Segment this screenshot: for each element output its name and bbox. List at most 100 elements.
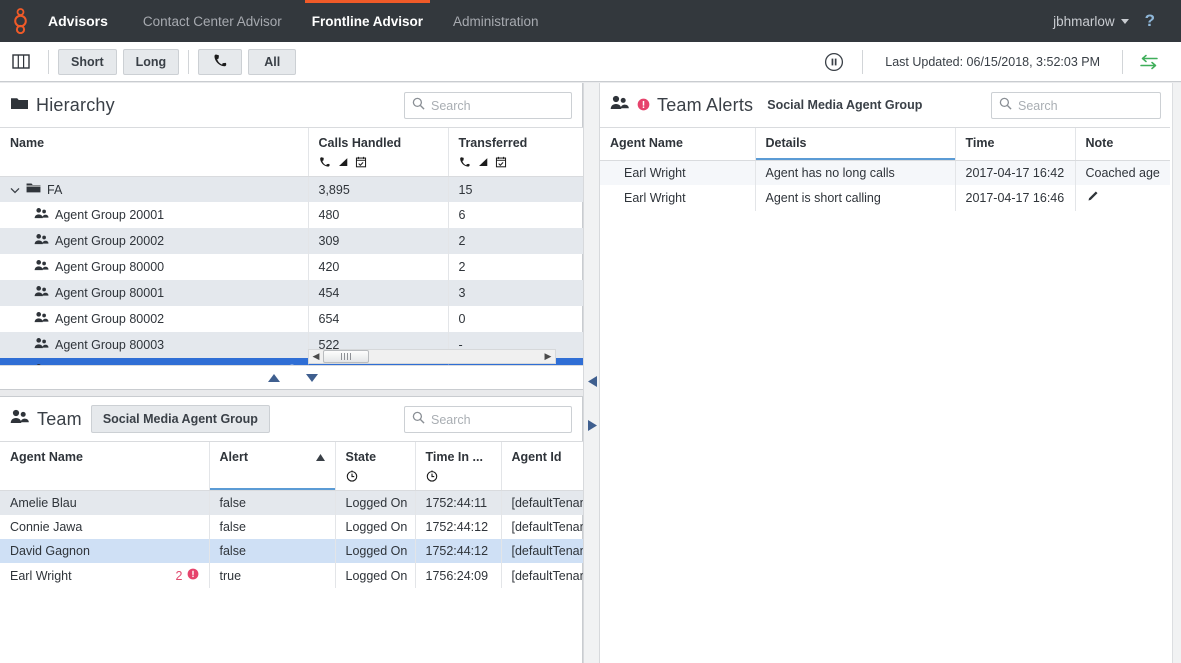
alerts-col-agent-name[interactable]: Agent Name [600,127,755,161]
right-panel: Team Alerts Social Media Agent Group Sea… [600,83,1181,663]
search-icon [999,97,1012,115]
team-cell-agent-name[interactable]: Connie Jawa [0,515,209,539]
hierarchy-cell-name[interactable]: Agent Group 80001 [0,280,308,306]
triangle-left-icon[interactable]: ◀ [309,351,323,362]
table-row[interactable]: Agent Group 80000 420 2 [0,254,583,280]
hierarchy-cell-calls-handled: 654 [307,306,448,332]
phone-icon [319,156,331,171]
hierarchy-search-input[interactable] [431,98,564,113]
alerts-cell-details: Agent is short calling [754,185,955,211]
table-row[interactable]: Agent Group 20001 480 6 [0,202,583,228]
hierarchy-col-transferred[interactable]: Transferred [447,127,583,177]
team-cell-agent-name[interactable]: Amelie Blau [0,491,209,516]
hierarchy-col-calls-handled[interactable]: Calls Handled [307,127,448,177]
refresh-arrows-icon[interactable] [1129,53,1169,71]
genesys-logo-icon[interactable] [0,8,46,34]
team-alerts-search-box[interactable] [991,92,1161,119]
hierarchy-cell-name[interactable]: Agent Group 80003 [0,332,308,358]
table-row[interactable]: Earl Wright Agent has no long calls 2017-0… [600,160,1170,185]
team-alerts-search-input[interactable] [1018,98,1153,113]
team-cell-state: Logged On [334,563,415,588]
calendar-check-icon [495,156,507,171]
table-row[interactable]: Earl Wright 2 true Logged On 1756:24:09 [defa… [0,563,596,588]
phone-icon [459,156,471,171]
table-row[interactable]: Amelie Blau false Logged On 1752:44:11 [defa… [0,490,596,516]
user-menu-label: jbhmarlow [1053,13,1115,29]
triangle-down-icon[interactable] [306,373,318,382]
hierarchy-title-group: Hierarchy [10,95,115,116]
team-col-time-in[interactable]: Time In ... [414,441,501,491]
team-col-agent-name[interactable]: Agent Name [0,441,209,491]
columns-icon[interactable] [0,42,42,82]
alerts-col-note[interactable]: Note [1074,127,1170,161]
alerts-col-time[interactable]: Time [954,127,1075,161]
alerts-cell-agent-name: Earl Wright [624,166,686,180]
table-row[interactable]: Agent Group 80001 454 3 [0,280,583,306]
nav-item-frontline-advisor[interactable]: Frontline Advisor [297,0,438,42]
short-button[interactable]: Short [58,48,117,75]
team-alerts-title-group: Team Alerts [610,94,753,116]
triangle-right-icon[interactable]: ▶ [541,351,555,362]
team-alert-icon [610,94,630,116]
team-col-alert[interactable]: Alert [208,441,335,491]
table-row[interactable]: Agent Group 80002 654 0 [0,306,583,332]
table-row[interactable]: Connie Jawa false Logged On 1752:44:12 [defa… [0,515,596,539]
nav-brand[interactable]: Advisors [46,0,128,42]
alerts-col-details[interactable]: Details [754,127,955,161]
table-row[interactable]: David Gagnon false Logged On 1752:44:12 [def… [0,539,596,563]
team-group-button[interactable]: Social Media Agent Group [90,405,270,433]
signal-icon [477,156,489,171]
nav-item-administration[interactable]: Administration [438,0,554,42]
hscroll-thumb[interactable] [323,350,369,363]
triangle-up-icon[interactable] [268,373,280,382]
table-row[interactable]: Agent Group 20002 309 2 [0,228,583,254]
chevron-down-icon[interactable] [10,183,20,197]
hierarchy-cell-name[interactable]: Agent Group 80000 [0,254,308,280]
hierarchy-cell-name[interactable]: Agent Group 20001 [0,202,308,228]
long-button[interactable]: Long [122,48,180,75]
help-button[interactable]: ? [1135,11,1165,31]
table-row[interactable]: FA 3,895 15 [0,176,583,203]
team-cell-alert: false [208,490,335,515]
nav-item-contact-center-advisor[interactable]: Contact Center Advisor [128,0,297,42]
alerts-cell-time: 2017-04-17 16:46 [954,185,1075,211]
all-filter-button[interactable]: All [248,48,297,75]
team-cell-agent-name[interactable]: Earl Wright 2 [0,563,209,588]
user-menu[interactable]: jbhmarlow [1053,14,1129,29]
clock-icon [426,470,438,485]
alerts-cell-note[interactable]: Coached age [1074,160,1170,185]
pencil-icon[interactable] [1086,191,1099,206]
hierarchy-cell-name[interactable]: Agent Group 20002 [0,228,308,254]
hierarchy-cell-transferred: 3 [447,280,583,306]
team-title-group: Team [10,408,82,430]
table-row[interactable]: Earl Wright Agent is short calling 2017-04… [600,185,1170,211]
pause-circle-icon[interactable] [812,52,856,72]
hierarchy-hscrollbar[interactable]: ◀ ▶ [308,349,556,364]
hierarchy-col-calls-handled-label: Calls Handled [318,136,402,150]
splitter-expand-right-icon[interactable] [588,418,597,431]
hierarchy-col-name[interactable]: Name [0,127,308,177]
hierarchy-row-label: Agent Group 80001 [55,286,165,300]
team-col-agent-id-icons [512,470,587,484]
team-search-box[interactable] [404,406,572,433]
hscroll-track[interactable] [323,350,541,363]
hierarchy-cell-name[interactable]: Agent Group 80002 [0,306,308,332]
vertical-splitter[interactable] [583,83,600,663]
team-col-agent-id[interactable]: Agent Id [500,441,596,491]
app-root: Advisors Contact Center Advisor Frontlin… [0,0,1181,663]
hierarchy-cell-name[interactable]: FA [0,177,308,203]
alert-badge[interactable]: 2 [176,568,199,583]
alerts-cell-note[interactable] [1074,185,1170,211]
team-search-input[interactable] [431,412,564,427]
alerts-cell-agent-name: Earl Wright [624,191,686,205]
phone-filter-button[interactable] [198,48,243,75]
right-panel-scrollbar[interactable] [1172,83,1181,663]
team-cell-agent-name[interactable]: David Gagnon [0,539,209,563]
toolbar-divider-2 [188,49,190,74]
alerts-cell-details: Agent has no long calls [754,160,955,185]
team-col-alert-label: Alert [219,450,248,464]
alerts-col-details-label: Details [765,136,807,150]
hierarchy-search-box[interactable] [404,92,572,119]
splitter-collapse-left-icon[interactable] [588,374,597,387]
team-col-state[interactable]: State [334,441,415,491]
